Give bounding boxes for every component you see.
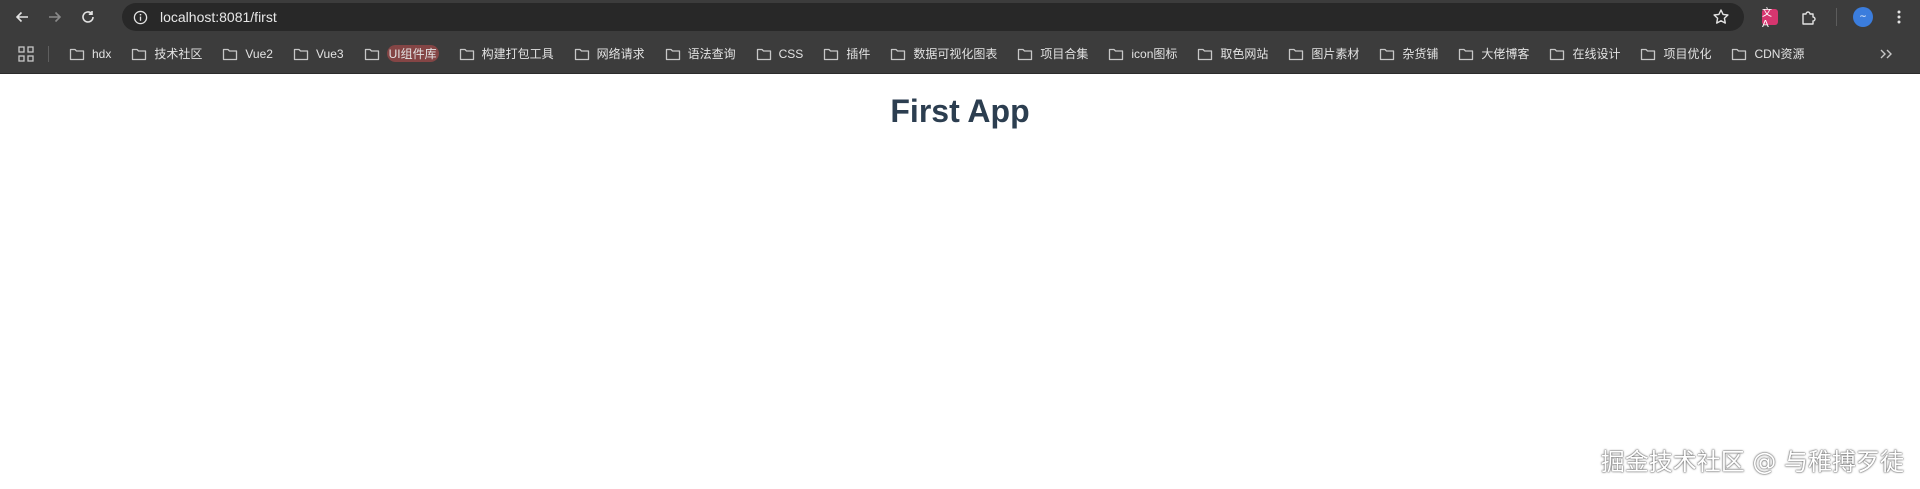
folder-icon bbox=[364, 48, 379, 60]
bookmark-folder[interactable]: CSS bbox=[750, 40, 810, 68]
avatar[interactable]: ~ bbox=[1853, 7, 1873, 27]
bookmark-folder[interactable]: 杂货铺 bbox=[1373, 40, 1444, 68]
bookmark-folder[interactable]: 项目合集 bbox=[1011, 40, 1094, 68]
bookmark-folder[interactable]: 在线设计 bbox=[1543, 40, 1626, 68]
bookmark-label: 项目合集 bbox=[1040, 47, 1089, 61]
bookmark-label: CSS bbox=[778, 46, 804, 61]
bookmark-folder[interactable]: UI组件库 bbox=[358, 40, 445, 68]
folder-icon bbox=[1459, 48, 1474, 60]
bookmark-label: CDN资源 bbox=[1754, 47, 1805, 61]
bookmark-folder[interactable]: icon图标 bbox=[1102, 40, 1183, 68]
bookmark-label: 构建打包工具 bbox=[481, 47, 554, 61]
toolbar-actions: 文A ~ bbox=[1762, 0, 1920, 34]
forward-button[interactable] bbox=[40, 2, 70, 32]
bookmark-folder[interactable]: CDN资源 bbox=[1725, 40, 1810, 68]
reload-icon bbox=[82, 11, 94, 23]
bookmark-folder[interactable]: 图片素材 bbox=[1282, 40, 1365, 68]
bookmark-label: 技术社区 bbox=[154, 47, 203, 61]
site-info-icon bbox=[133, 10, 147, 24]
back-button[interactable] bbox=[7, 2, 37, 32]
folder-icon bbox=[1641, 48, 1656, 60]
bookmark-folder[interactable]: 技术社区 bbox=[125, 40, 208, 68]
url-text[interactable]: localhost:8081/first bbox=[160, 9, 277, 25]
bookmark-list: hdx 技术社区 Vue2 Vue3 UI组件库 构建打包工具 网络请求 语法查询 CSS 插件 数… bbox=[63, 40, 1818, 68]
bookmark-label: 插件 bbox=[846, 47, 871, 61]
bookmark-label: hdx bbox=[92, 46, 112, 61]
watermark: 掘金技术社区 @ 与稚搏歹徒 bbox=[1600, 448, 1904, 476]
bookmark-label: 语法查询 bbox=[687, 47, 736, 61]
folder-icon bbox=[824, 48, 839, 60]
bookmarks-bar: hdx 技术社区 Vue2 Vue3 UI组件库 构建打包工具 网络请求 语法查询 CSS 插件 数… bbox=[0, 34, 1920, 74]
bookmark-folder[interactable]: 构建打包工具 bbox=[453, 40, 560, 68]
folder-icon bbox=[756, 48, 771, 60]
folder-icon bbox=[1198, 48, 1213, 60]
kebab-menu-icon[interactable] bbox=[1891, 9, 1907, 25]
folder-icon bbox=[223, 48, 238, 60]
arrow-left-icon bbox=[15, 11, 28, 23]
bookmark-label: Vue3 bbox=[315, 46, 344, 61]
bookmark-label: 图片素材 bbox=[1311, 47, 1360, 61]
translate-extension-icon[interactable]: 文A bbox=[1762, 8, 1778, 30]
folder-icon bbox=[574, 48, 589, 60]
bookmark-folder[interactable]: Vue2 bbox=[216, 40, 279, 68]
folder-icon bbox=[1289, 48, 1304, 60]
bookmark-label: 取色网站 bbox=[1220, 47, 1269, 61]
bookmark-folder[interactable]: 项目优化 bbox=[1634, 40, 1717, 68]
address-bar[interactable]: localhost:8081/first bbox=[122, 3, 1744, 31]
arrow-right-icon bbox=[49, 11, 62, 23]
site-info-button[interactable] bbox=[126, 3, 154, 31]
folder-icon bbox=[1109, 48, 1124, 60]
folder-icon bbox=[459, 48, 474, 60]
bookmark-folder[interactable]: 大佬博客 bbox=[1452, 40, 1535, 68]
bookmarks-separator bbox=[48, 45, 49, 62]
bookmark-label: Vue2 bbox=[245, 46, 273, 61]
bookmark-label: UI组件库 bbox=[386, 45, 439, 62]
folder-icon bbox=[1018, 48, 1033, 60]
folder-icon bbox=[293, 48, 309, 60]
bookmark-folder[interactable]: 语法查询 bbox=[659, 40, 742, 68]
folder-icon bbox=[1732, 48, 1747, 60]
toolbar-separator bbox=[1836, 8, 1837, 26]
browser-toolbar: localhost:8081/first 文A ~ bbox=[0, 0, 1920, 34]
bookmark-folder[interactable]: 网络请求 bbox=[568, 40, 651, 68]
page-title: First App bbox=[890, 93, 1030, 129]
double-chevron-icon[interactable] bbox=[1878, 46, 1894, 62]
bookmark-folder[interactable]: hdx bbox=[63, 40, 117, 68]
apps-grid-icon[interactable] bbox=[18, 45, 34, 62]
bookmark-label: 网络请求 bbox=[596, 47, 645, 61]
bookmark-folder[interactable]: 取色网站 bbox=[1191, 40, 1274, 68]
folder-icon bbox=[891, 48, 906, 60]
puzzle-icon[interactable] bbox=[1800, 8, 1818, 26]
bookmark-label: 杂货铺 bbox=[1402, 47, 1439, 61]
bookmark-label: 项目优化 bbox=[1663, 47, 1712, 61]
folder-icon bbox=[1380, 48, 1395, 60]
bookmark-label: 数据可视化图表 bbox=[913, 47, 998, 61]
star-icon[interactable] bbox=[1712, 8, 1730, 26]
folder-icon bbox=[132, 48, 147, 60]
page-content: First App 掘金技术社区 @ 与稚搏歹徒 bbox=[0, 75, 1920, 489]
bookmark-label: 在线设计 bbox=[1572, 47, 1621, 61]
bookmark-folder[interactable]: 数据可视化图表 bbox=[884, 40, 1003, 68]
folder-icon bbox=[665, 48, 680, 60]
bookmark-folder[interactable]: Vue3 bbox=[287, 40, 350, 68]
bookmark-folder[interactable]: 插件 bbox=[817, 40, 876, 68]
bookmark-label: 大佬博客 bbox=[1481, 47, 1530, 61]
folder-icon bbox=[1550, 48, 1565, 60]
reload-button[interactable] bbox=[73, 2, 103, 32]
bookmark-label: icon图标 bbox=[1131, 47, 1178, 61]
folder-icon bbox=[69, 48, 85, 60]
